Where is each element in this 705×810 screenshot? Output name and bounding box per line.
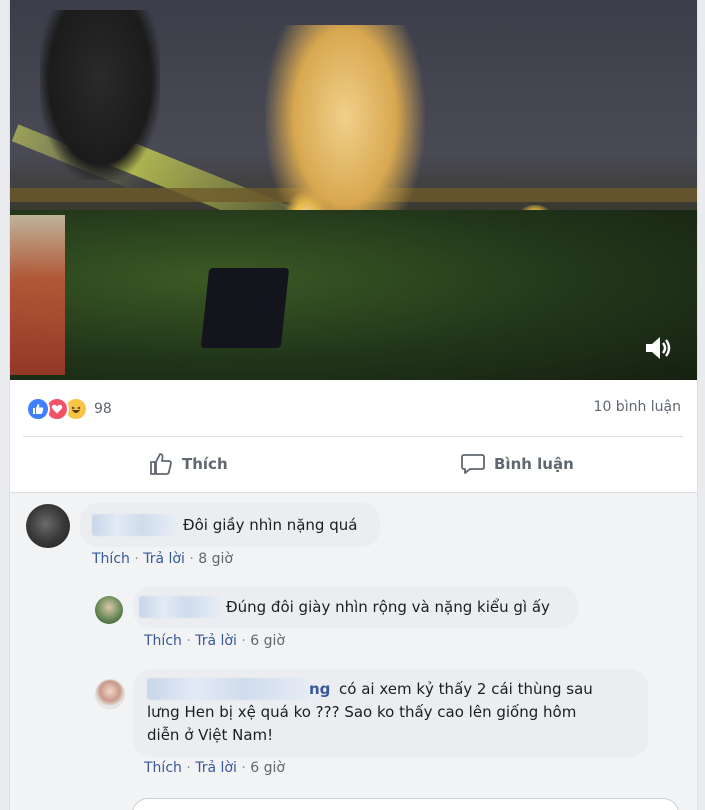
reply-input[interactable] [132,798,679,810]
comment-text-line: có ai xem kỷ thấy 2 cái thùng sau [339,680,593,698]
comment-text-line: diễn ở Việt Nam! [147,726,274,744]
avatar[interactable] [95,596,123,624]
comment-time[interactable]: 8 giờ [198,551,233,567]
comment-button-label: Bình luận [494,455,574,473]
post-video[interactable] [10,0,697,380]
comment-bubble: Đôi giầy nhìn nặng quá [80,503,380,547]
comment-time[interactable]: 6 giờ [250,633,285,649]
foreground-object [10,215,65,375]
post-card: 98 10 bình luận Thích Bình luận Đôi giầy… [9,0,698,810]
comment-meta: Thích · Trả lời · 6 giờ [144,633,285,649]
thumbs-up-icon [150,453,172,475]
comment-text: Đôi giầy nhìn nặng quá [183,516,358,534]
comment-meta: Thích · Trả lời · 6 giờ [144,760,285,776]
comment-time[interactable]: 6 giờ [250,760,285,776]
comment-bubble: Đúng đôi giày nhìn rộng và nặng kiểu gì … [133,586,578,628]
stage-monitor [200,268,290,348]
commenter-name-redacted[interactable] [92,514,175,536]
commenter-name[interactable]: ng [309,678,330,700]
reaction-summary[interactable]: 98 [26,397,112,421]
avatar[interactable] [26,504,70,548]
post-actions: Thích Bình luận [10,437,697,491]
comment-like-link[interactable]: Thích [92,551,130,567]
comment-reply-link[interactable]: Trả lời [195,760,237,776]
like-button-label: Thích [182,455,228,473]
comment-bubble: ng có ai xem kỷ thấy 2 cái thùng sau lưn… [133,669,648,757]
camera-crane [40,10,160,180]
comment-reply-link[interactable]: Trả lời [143,551,185,567]
stage-plants [10,210,697,380]
like-button[interactable]: Thích [148,437,228,491]
commenter-name-redacted[interactable] [147,678,309,700]
reaction-count[interactable]: 98 [94,401,112,417]
comment-button[interactable]: Bình luận [460,437,574,491]
comment-text-line: lưng Hen bị xệ quá ko ??? Sao ko thấy ca… [147,703,577,721]
like-icon [26,397,50,421]
speaker-icon[interactable] [642,332,674,364]
comment-like-link[interactable]: Thích [144,633,182,649]
comment-reply-link[interactable]: Trả lời [195,633,237,649]
comment-count[interactable]: 10 bình luận [594,399,681,415]
comment-bubble-icon [461,454,485,474]
avatar[interactable] [95,679,125,709]
post-stats-bar: 98 10 bình luận [10,380,697,436]
commenter-name-redacted[interactable] [139,596,219,618]
comment-text: Đúng đôi giày nhìn rộng và nặng kiểu gì … [226,598,550,616]
comment-meta: Thích · Trả lời · 8 giờ [92,551,233,567]
comment-like-link[interactable]: Thích [144,760,182,776]
